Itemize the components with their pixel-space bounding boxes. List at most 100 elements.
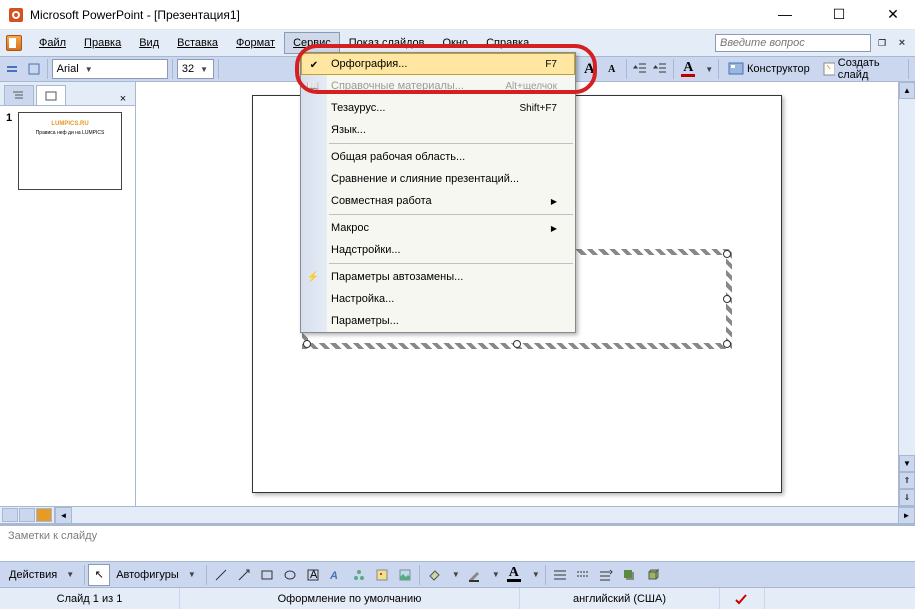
- resize-handle[interactable]: [303, 340, 311, 348]
- menu-macro[interactable]: Макрос▶: [301, 217, 575, 239]
- titlebar: Microsoft PowerPoint - [Презентация1] — …: [0, 0, 915, 30]
- h-scroll-track[interactable]: [72, 507, 898, 523]
- menu-help[interactable]: Справка: [477, 32, 538, 54]
- scroll-right-button[interactable]: ►: [898, 507, 915, 524]
- 3d-style-icon[interactable]: [641, 564, 663, 586]
- decrease-indent-icon[interactable]: [631, 58, 649, 80]
- font-color-button[interactable]: A: [678, 58, 698, 80]
- menu-compare-merge[interactable]: Сравнение и слияние презентаций...: [301, 168, 575, 190]
- new-slide-button[interactable]: Создать слайд: [817, 58, 905, 80]
- sorter-view-button[interactable]: [19, 508, 35, 522]
- resize-handle[interactable]: [723, 250, 731, 258]
- notes-pane[interactable]: Заметки к слайду: [0, 523, 915, 561]
- outline-expand-icon[interactable]: [4, 58, 22, 80]
- close-button[interactable]: ✕: [879, 6, 907, 23]
- oval-icon[interactable]: [279, 564, 301, 586]
- doc-restore-button[interactable]: ❐: [871, 32, 893, 54]
- menu-slideshow[interactable]: Показ слайдов: [340, 32, 434, 54]
- menu-addins[interactable]: Надстройки...: [301, 239, 575, 261]
- select-objects-icon[interactable]: ↖: [88, 564, 110, 586]
- font-color-draw-icon[interactable]: A: [503, 564, 525, 586]
- diagram-icon[interactable]: [348, 564, 370, 586]
- statusbar: Слайд 1 из 1 Оформление по умолчанию анг…: [0, 587, 915, 609]
- lightning-icon: ⚡: [305, 269, 321, 285]
- outline-collapse-icon[interactable]: [24, 58, 42, 80]
- menu-window[interactable]: Окно: [434, 32, 478, 54]
- next-slide-button[interactable]: ⇓: [899, 489, 915, 506]
- menu-autocorrect[interactable]: ⚡ Параметры автозамены...: [301, 266, 575, 288]
- decrease-font-icon[interactable]: A: [602, 58, 622, 80]
- thumb-title: LUMPICS.RU: [23, 121, 117, 127]
- font-color-arrow[interactable]: ▼: [704, 65, 714, 74]
- doc-close-button[interactable]: ×: [895, 37, 909, 49]
- research-icon: 📖: [305, 78, 321, 94]
- outline-tab-slides[interactable]: [36, 85, 66, 105]
- prev-slide-button[interactable]: ⇑: [899, 472, 915, 489]
- menu-edit[interactable]: Правка: [75, 32, 130, 54]
- normal-view-button[interactable]: [2, 508, 18, 522]
- window-title: Microsoft PowerPoint - [Презентация1]: [30, 8, 771, 22]
- menu-format[interactable]: Формат: [227, 32, 284, 54]
- tools-dropdown: ✔ Орфография...F7 📖 Справочные материалы…: [300, 52, 576, 333]
- arrow-style-icon[interactable]: [595, 564, 617, 586]
- rectangle-icon[interactable]: [256, 564, 278, 586]
- clipart-icon[interactable]: [371, 564, 393, 586]
- slide-thumbnail[interactable]: LUMPICS.RU Прависа неф ди на LUMPICS: [18, 112, 122, 190]
- arrow-icon[interactable]: [233, 564, 255, 586]
- scroll-down-button[interactable]: ▼: [899, 455, 915, 472]
- menu-insert[interactable]: Вставка: [168, 32, 227, 54]
- line-icon[interactable]: [210, 564, 232, 586]
- scroll-up-button[interactable]: ▲: [899, 82, 915, 99]
- menu-language[interactable]: Язык...: [301, 119, 575, 141]
- shadow-style-icon[interactable]: [618, 564, 640, 586]
- scroll-left-button[interactable]: ◄: [55, 507, 72, 524]
- designer-button[interactable]: Конструктор: [723, 58, 815, 80]
- increase-font-icon[interactable]: A: [579, 58, 600, 80]
- resize-handle[interactable]: [723, 295, 731, 303]
- vertical-scrollbar[interactable]: ▲ ▼ ⇑ ⇓: [898, 82, 915, 506]
- spellcheck-icon: ✔: [306, 57, 322, 73]
- status-slide: Слайд 1 из 1: [0, 588, 180, 609]
- status-spelling-icon[interactable]: [720, 588, 765, 609]
- resize-handle[interactable]: [723, 340, 731, 348]
- slideshow-view-button[interactable]: [36, 508, 52, 522]
- menu-collaboration[interactable]: Совместная работа▶: [301, 190, 575, 212]
- fill-color-arrow[interactable]: ▼: [450, 570, 462, 579]
- font-size-combo[interactable]: 32▼: [177, 59, 215, 79]
- font-color-draw-arrow[interactable]: ▼: [530, 570, 542, 579]
- status-design: Оформление по умолчанию: [180, 588, 520, 609]
- textbox-icon[interactable]: A: [302, 564, 324, 586]
- wordart-icon[interactable]: A: [325, 564, 347, 586]
- menu-thesaurus[interactable]: Тезаурус...Shift+F7: [301, 97, 575, 119]
- status-language[interactable]: английский (США): [520, 588, 720, 609]
- font-name-combo[interactable]: Arial▼: [52, 59, 168, 79]
- line-style-icon[interactable]: [549, 564, 571, 586]
- dash-style-icon[interactable]: [572, 564, 594, 586]
- font-size-value: 32: [182, 63, 194, 75]
- menu-customize[interactable]: Настройка...: [301, 288, 575, 310]
- resize-handle[interactable]: [513, 340, 521, 348]
- menu-spelling[interactable]: ✔ Орфография...F7: [301, 53, 575, 75]
- help-question-input[interactable]: [715, 34, 871, 52]
- outline-tab-outline[interactable]: [4, 85, 34, 105]
- menu-view[interactable]: Вид: [130, 32, 168, 54]
- notes-placeholder: Заметки к слайду: [8, 530, 97, 542]
- draw-actions-menu[interactable]: Действия▼: [4, 564, 81, 586]
- drawing-toolbar: Действия▼ ↖ Автофигуры▼ A A ▼ ▼ A▼: [0, 561, 915, 587]
- minimize-button[interactable]: —: [771, 6, 799, 23]
- outline-pane: × 1 LUMPICS.RU Прависа неф ди на LUMPICS: [0, 82, 136, 506]
- line-color-icon[interactable]: [463, 564, 485, 586]
- menu-options[interactable]: Параметры...: [301, 310, 575, 332]
- menu-file[interactable]: Файл: [30, 32, 75, 54]
- maximize-button[interactable]: ☐: [825, 6, 853, 23]
- autoshapes-menu[interactable]: Автофигуры▼: [111, 564, 203, 586]
- svg-text:A: A: [310, 569, 318, 581]
- system-menu-icon[interactable]: [6, 35, 22, 51]
- insert-picture-icon[interactable]: [394, 564, 416, 586]
- menu-shared-workspace[interactable]: Общая рабочая область...: [301, 146, 575, 168]
- line-color-arrow[interactable]: ▼: [490, 570, 502, 579]
- increase-indent-icon[interactable]: [651, 58, 669, 80]
- fill-color-icon[interactable]: [423, 564, 445, 586]
- menu-tools[interactable]: Сервис: [284, 32, 340, 54]
- outline-close-button[interactable]: ×: [115, 93, 131, 105]
